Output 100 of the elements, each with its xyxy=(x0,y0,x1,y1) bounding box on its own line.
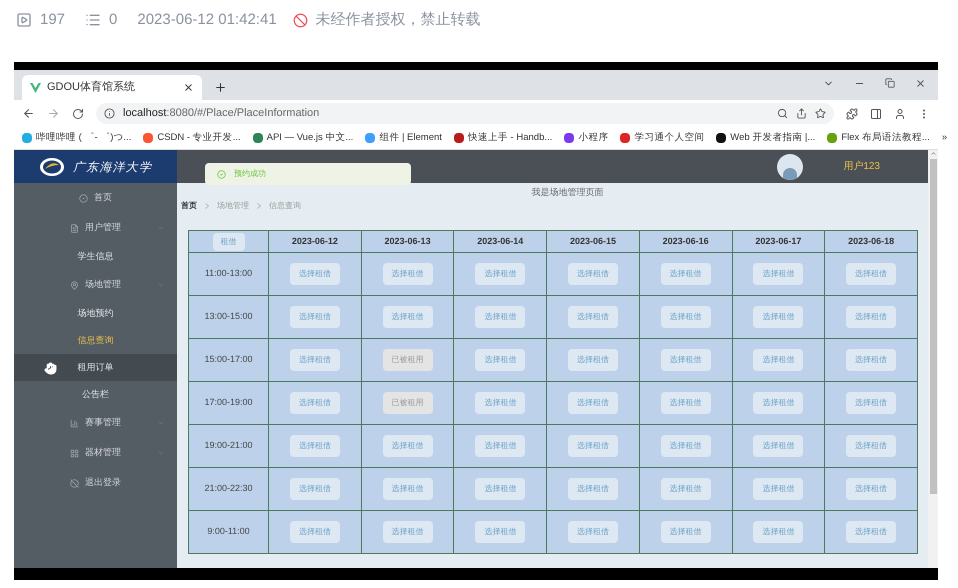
star-icon[interactable] xyxy=(815,108,826,119)
new-tab-icon[interactable] xyxy=(214,81,227,94)
rent-button[interactable]: 选择租借 xyxy=(846,349,896,371)
restore-icon[interactable] xyxy=(885,78,895,88)
bookmark[interactable]: 小程序 xyxy=(564,130,608,146)
rent-button[interactable]: 选择租借 xyxy=(846,263,896,285)
sidebar-item[interactable]: 场地管理 xyxy=(14,270,177,300)
rent-button[interactable]: 选择租借 xyxy=(660,478,711,500)
share-icon[interactable] xyxy=(796,108,807,119)
rent-button[interactable]: 选择租借 xyxy=(660,521,711,543)
rent-button[interactable]: 选择租借 xyxy=(846,306,896,328)
no-repost-icon xyxy=(292,12,308,28)
bookmark[interactable]: Flex 布局语法教程... xyxy=(827,130,930,146)
vue-logo-icon xyxy=(30,82,41,92)
bookmark[interactable]: 快速上手 - Handb... xyxy=(454,130,552,146)
rent-button[interactable]: 选择租借 xyxy=(475,435,526,457)
chevron-icon xyxy=(157,419,165,427)
booked-button[interactable]: 已被租用 xyxy=(382,349,433,371)
rent-button[interactable]: 选择租借 xyxy=(660,306,711,328)
extensions-icon[interactable] xyxy=(846,108,858,120)
bookmark[interactable]: API — Vue.js 中文... xyxy=(252,130,354,146)
rent-button[interactable]: 选择租借 xyxy=(846,478,896,500)
rent-button[interactable]: 选择租借 xyxy=(846,435,896,457)
rent-button[interactable]: 选择租借 xyxy=(382,435,433,457)
rent-button[interactable]: 选择租借 xyxy=(290,392,340,414)
rent-button[interactable]: 选择租借 xyxy=(290,478,340,500)
breadcrumb-item[interactable]: 信息查询 xyxy=(269,200,301,212)
sidebar-item[interactable]: 退出登录 xyxy=(14,468,177,498)
rent-button[interactable]: 选择租借 xyxy=(568,521,618,543)
rent-button[interactable]: 选择租借 xyxy=(290,521,340,543)
sidebar-item[interactable]: 首页 xyxy=(14,183,177,213)
rent-button[interactable]: 选择租借 xyxy=(568,392,618,414)
rent-button[interactable]: 选择租借 xyxy=(475,263,526,285)
breadcrumb-separator-icon xyxy=(205,203,209,209)
rent-button[interactable]: 选择租借 xyxy=(660,263,711,285)
rent-button[interactable]: 选择租借 xyxy=(568,349,618,371)
chevron-icon xyxy=(157,224,165,232)
rent-button[interactable]: 选择租借 xyxy=(753,435,804,457)
rent-button[interactable]: 选择租借 xyxy=(382,306,433,328)
university-logo: 广东海洋大学 xyxy=(14,150,177,183)
rent-button[interactable]: 选择租借 xyxy=(382,478,433,500)
back-icon[interactable] xyxy=(22,107,35,120)
sidebar-item[interactable]: 器材管理 xyxy=(14,438,177,468)
date-column-header: 2023-06-12 xyxy=(268,230,362,252)
close-icon[interactable] xyxy=(183,82,194,93)
address-bar[interactable]: localhost:8080/#/Place/PlaceInformation xyxy=(96,103,834,124)
rent-button[interactable]: 选择租借 xyxy=(290,306,340,328)
rent-button[interactable]: 选择租借 xyxy=(660,392,711,414)
date-column-header: 2023-06-17 xyxy=(732,230,825,252)
rent-button[interactable]: 选择租借 xyxy=(290,349,340,371)
close-icon[interactable] xyxy=(915,78,926,89)
rent-button[interactable]: 选择租借 xyxy=(382,521,433,543)
rent-button[interactable]: 选择租借 xyxy=(660,349,711,371)
bookmark[interactable]: Web 开发者指南 |... xyxy=(716,130,816,146)
booked-button[interactable]: 已被租用 xyxy=(382,392,433,414)
rent-button[interactable]: 选择租借 xyxy=(568,478,618,500)
bookmark[interactable]: 学习通个人空间 xyxy=(620,130,704,146)
rent-button[interactable]: 选择租借 xyxy=(382,263,433,285)
sidebar-item[interactable]: 赛事管理 xyxy=(14,408,177,438)
rent-button[interactable]: 选择租借 xyxy=(568,263,618,285)
side-panel-icon[interactable] xyxy=(870,108,882,120)
more-bookmarks[interactable]: » xyxy=(942,130,948,146)
reload-icon[interactable] xyxy=(72,108,84,120)
rent-button[interactable]: 选择租借 xyxy=(846,392,896,414)
rent-button[interactable]: 选择租借 xyxy=(290,263,340,285)
sidebar-subitem[interactable]: 学生信息 xyxy=(14,243,177,270)
bookmark[interactable]: CSDN - 专业开发... xyxy=(143,130,241,146)
rent-button[interactable]: 选择租借 xyxy=(475,521,526,543)
sidebar-subitem[interactable]: 场地预约 xyxy=(14,300,177,327)
rent-button[interactable]: 选择租借 xyxy=(753,306,804,328)
bookmark[interactable]: 哔哩哔哩 ( ゜- ゜)つ... xyxy=(22,130,132,146)
rent-button[interactable]: 选择租借 xyxy=(846,521,896,543)
sidebar-subitem[interactable]: 公告栏 xyxy=(14,381,177,408)
rent-button[interactable]: 选择租借 xyxy=(290,435,340,457)
profile-icon[interactable] xyxy=(894,108,906,120)
rent-button[interactable]: 选择租借 xyxy=(753,521,804,543)
breadcrumb-item[interactable]: 场地管理 xyxy=(217,200,249,212)
rent-button[interactable]: 选择租借 xyxy=(475,478,526,500)
sidebar-subitem[interactable]: 信息查询 xyxy=(14,327,177,354)
rent-button[interactable]: 选择租借 xyxy=(753,349,804,371)
rent-button[interactable]: 选择租借 xyxy=(753,263,804,285)
rent-button[interactable]: 选择租借 xyxy=(568,306,618,328)
sidebar-subitem[interactable]: 租用订单 xyxy=(14,354,177,381)
rent-button[interactable]: 选择租借 xyxy=(568,435,618,457)
rent-button[interactable]: 选择租借 xyxy=(475,349,526,371)
sidebar-item[interactable]: 用户管理 xyxy=(14,213,177,243)
rent-button[interactable]: 选择租借 xyxy=(475,392,526,414)
search-icon[interactable] xyxy=(777,108,788,119)
username[interactable]: 用户123 xyxy=(843,159,880,174)
rent-button[interactable]: 选择租借 xyxy=(660,435,711,457)
rent-header-button[interactable]: 租借 xyxy=(212,232,244,250)
rent-button[interactable]: 选择租借 xyxy=(753,478,804,500)
browser-tab[interactable]: GDOU体育馆系统 xyxy=(22,75,202,100)
scroll-up-icon[interactable] xyxy=(930,150,936,157)
rent-button[interactable]: 选择租借 xyxy=(475,306,526,328)
copyright-notice: 未经作者授权，禁止转载 xyxy=(316,10,481,30)
bookmark[interactable]: 组件 | Element xyxy=(365,130,442,146)
rent-button[interactable]: 选择租借 xyxy=(753,392,804,414)
breadcrumb-item[interactable]: 首页 xyxy=(181,200,197,212)
breadcrumb-separator-icon xyxy=(257,203,261,209)
